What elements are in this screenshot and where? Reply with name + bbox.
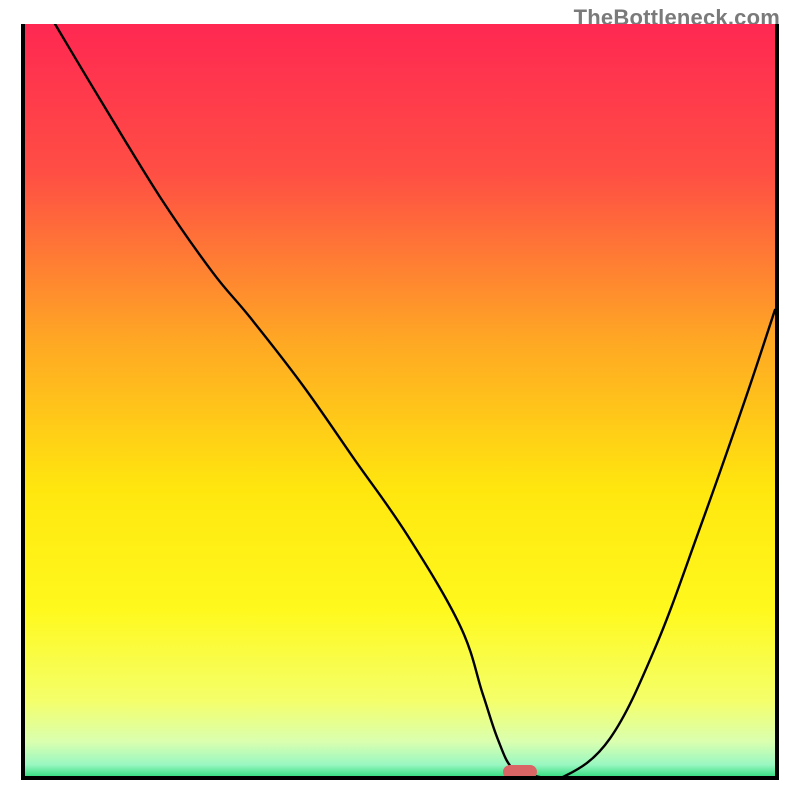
axes-frame <box>21 24 779 780</box>
